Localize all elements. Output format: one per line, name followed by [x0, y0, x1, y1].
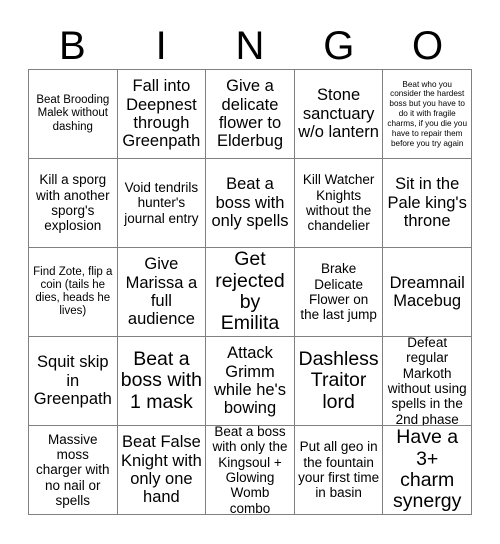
- bingo-card: B I N G O Beat Brooding Malek without da…: [0, 0, 500, 544]
- bingo-cell-label: Give a delicate flower to Elderbug: [216, 77, 284, 151]
- header-letter-i: I: [155, 24, 167, 68]
- bingo-cell-r3-c1[interactable]: Find Zote, flip a coin (tails he dies, h…: [29, 248, 118, 337]
- bingo-cell-r1-c2[interactable]: Fall into Deepnest through Greenpath: [117, 70, 207, 159]
- bingo-cell-label: Beat False Knight with only one hand: [121, 433, 202, 507]
- bingo-cell-label: Void tendrils hunter's journal entry: [124, 179, 199, 226]
- bingo-cell-r2-c4[interactable]: Kill Watcher Knights without the chandel…: [294, 159, 384, 248]
- bingo-cell-label: Find Zote, flip a coin (tails he dies, h…: [33, 265, 113, 318]
- bingo-cell-r4-c5[interactable]: Defeat regular Markoth without using spe…: [383, 337, 472, 426]
- bingo-cell-label: Beat a boss with only spells: [211, 175, 289, 231]
- bingo-cell-label: Stone sanctuary w/o lantern: [298, 86, 379, 142]
- bingo-cell-r4-c2[interactable]: Beat a boss with 1 mask: [117, 337, 207, 426]
- bingo-cell-r3-c4[interactable]: Brake Delicate Flower on the last jump: [294, 248, 384, 337]
- bingo-cell-r2-c3[interactable]: Beat a boss with only spells: [206, 159, 295, 248]
- bingo-cell-label: Dreamnail Macebug: [389, 273, 465, 310]
- bingo-cell-r4-c3[interactable]: Attack Grimm while he's bowing: [206, 337, 295, 426]
- bingo-cell-r1-c5[interactable]: Beat who you consider the hardest boss b…: [383, 70, 472, 159]
- bingo-cell-label: Get rejected by Emilita: [215, 248, 285, 335]
- bingo-cell-label: Dashless Traitor lord: [298, 347, 379, 413]
- bingo-cell-label: Beat a boss with only the Kingsoul + Glo…: [212, 426, 288, 515]
- bingo-cell-r5-c1[interactable]: Massive moss charger with no nail or spe…: [29, 426, 118, 515]
- bingo-cell-label: Sit in the Pale king's throne: [387, 175, 467, 231]
- bingo-cell-label: Beat who you consider the hardest boss b…: [387, 79, 467, 148]
- bingo-cell-label: Attack Grimm while he's bowing: [214, 344, 286, 418]
- bingo-cell-r1-c4[interactable]: Stone sanctuary w/o lantern: [294, 70, 384, 159]
- header-letter-n: N: [235, 24, 265, 68]
- bingo-cell-label: Beat Brooding Malek without dashing: [36, 94, 110, 133]
- bingo-cell-r5-c2[interactable]: Beat False Knight with only one hand: [117, 426, 207, 515]
- bingo-cell-label: Put all geo in the fountain your first t…: [298, 439, 380, 501]
- bingo-cell-r5-c5[interactable]: Have a 3+ charm synergy: [383, 426, 472, 515]
- bingo-cell-r3-c2[interactable]: Give Marissa a full audience: [117, 248, 207, 337]
- bingo-cell-r2-c5[interactable]: Sit in the Pale king's throne: [383, 159, 472, 248]
- bingo-cell-r1-c3[interactable]: Give a delicate flower to Elderbug: [206, 70, 295, 159]
- header-letter-g: G: [323, 24, 355, 68]
- bingo-header: B I N G O: [28, 24, 472, 68]
- bingo-cell-label: Defeat regular Markoth without using spe…: [387, 337, 467, 426]
- bingo-cell-r4-c4[interactable]: Dashless Traitor lord: [294, 337, 384, 426]
- bingo-cell-label: Kill Watcher Knights without the chandel…: [302, 172, 375, 234]
- bingo-cell-r3-c5[interactable]: Dreamnail Macebug: [383, 248, 472, 337]
- bingo-cell-r1-c1[interactable]: Beat Brooding Malek without dashing: [29, 70, 118, 159]
- bingo-cell-label: Fall into Deepnest through Greenpath: [122, 77, 201, 151]
- bingo-cell-label: Squit skip in Greenpath: [33, 353, 112, 409]
- bingo-cell-r2-c2[interactable]: Void tendrils hunter's journal entry: [117, 159, 207, 248]
- bingo-grid: Beat Brooding Malek without dashing Fall …: [28, 69, 472, 515]
- bingo-cell-label: Brake Delicate Flower on the last jump: [300, 261, 377, 323]
- bingo-cell-r3-c3[interactable]: Get rejected by Emilita: [206, 248, 295, 337]
- bingo-cell-label: Have a 3+ charm synergy: [393, 426, 462, 513]
- bingo-cell-label: Kill a sporg with another sporg's explos…: [36, 172, 110, 234]
- bingo-cell-r5-c4[interactable]: Put all geo in the fountain your first t…: [294, 426, 384, 515]
- bingo-cell-r5-c3[interactable]: Beat a boss with only the Kingsoul + Glo…: [206, 426, 295, 515]
- header-letter-o: O: [412, 24, 444, 68]
- header-letter-b: B: [59, 24, 86, 68]
- bingo-cell-label: Beat a boss with 1 mask: [120, 347, 203, 413]
- bingo-cell-r4-c1[interactable]: Squit skip in Greenpath: [29, 337, 118, 426]
- bingo-cell-label: Massive moss charger with no nail or spe…: [36, 431, 110, 509]
- bingo-cell-r2-c1[interactable]: Kill a sporg with another sporg's explos…: [29, 159, 118, 248]
- bingo-cell-label: Give Marissa a full audience: [125, 255, 198, 329]
